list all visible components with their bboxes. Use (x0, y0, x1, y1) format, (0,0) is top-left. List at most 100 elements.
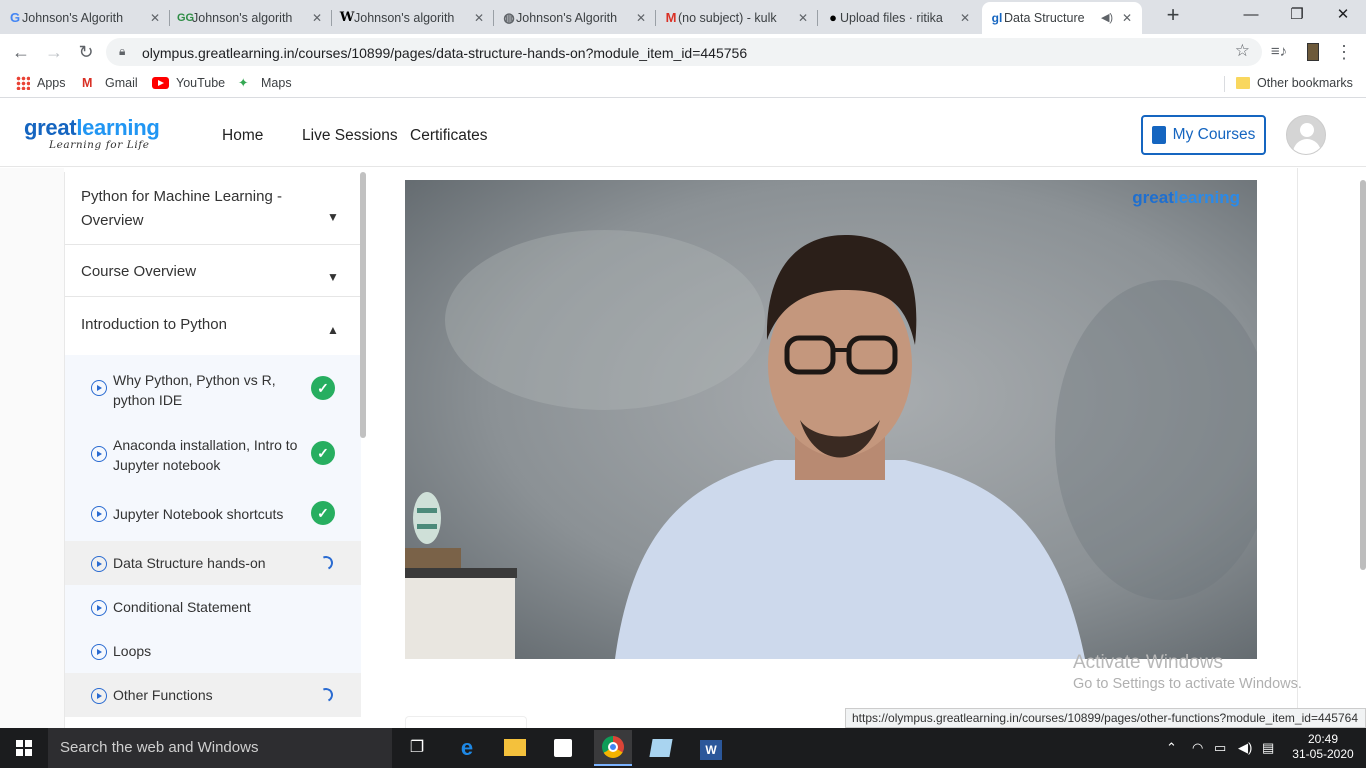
clock-time: 20:49 (1307, 732, 1339, 746)
bookmark-apps[interactable]: Apps (16, 76, 66, 90)
other-bookmarks[interactable]: Other bookmarks (1236, 76, 1353, 90)
close-tab-icon[interactable]: ✕ (796, 10, 810, 26)
lesson-label: Why Python, Python vs R, python IDE (113, 372, 276, 408)
back-arrow-icon[interactable]: ← (9, 40, 33, 64)
activate-windows-title: Activate Windows (1073, 652, 1223, 673)
close-tab-icon[interactable]: ✕ (1120, 10, 1134, 26)
below-video-card (405, 716, 527, 728)
lesson-item[interactable]: Why Python, Python vs R, python IDE ✓ (65, 355, 361, 421)
page-scrollbar[interactable] (1360, 180, 1366, 570)
close-tab-icon[interactable]: ✕ (634, 10, 648, 26)
store-icon[interactable] (548, 733, 578, 763)
bookmarks-divider (1224, 76, 1225, 92)
logo-text-b: learning (76, 115, 160, 140)
youtube-icon (152, 77, 169, 89)
start-button[interactable] (0, 728, 48, 768)
menu-dots-icon[interactable]: ⋮ (1332, 40, 1356, 64)
lesson-item[interactable]: Jupyter Notebook shortcuts ✓ (65, 485, 361, 541)
new-tab-button[interactable]: + (1150, 0, 1196, 32)
word-icon[interactable]: W (696, 733, 726, 763)
section-course-overview[interactable]: Course Overview ▼ (65, 248, 361, 297)
edge-icon[interactable]: e (452, 733, 482, 763)
lesson-item-current[interactable]: Data Structure hands-on (65, 541, 361, 585)
bookmark-youtube[interactable]: YouTube (152, 76, 225, 90)
nav-live-sessions[interactable]: Live Sessions (302, 127, 398, 145)
lesson-item[interactable]: Other Functions (65, 673, 361, 717)
user-body-shape (1293, 139, 1321, 154)
restore-button[interactable]: ❐ (1274, 0, 1320, 32)
tab-title: Johnson's Algorith (516, 11, 618, 25)
course-content-area: Python for Machine Learning - Overview ▼… (0, 168, 1366, 728)
section-introduction-to-python[interactable]: Introduction to Python ▲ (65, 297, 361, 355)
browser-tab[interactable]: W Johnson's algorith ✕ (332, 2, 494, 34)
taskbar-clock[interactable]: 20:49 31-05-2020 (1288, 732, 1358, 762)
address-bar[interactable]: 🔒︎ olympus.greatlearning.in/courses/1089… (106, 38, 1262, 66)
file-explorer-icon[interactable] (500, 733, 530, 763)
volume-icon[interactable]: ◀) (1238, 740, 1252, 756)
bookmark-star-icon[interactable]: ☆ (1235, 41, 1250, 61)
logo-tagline: Learning for Life (49, 139, 150, 151)
lesson-item[interactable]: Anaconda installation, Intro to Jupyter … (65, 421, 361, 485)
section-title: Introduction to Python (81, 316, 227, 333)
my-courses-button[interactable]: My Courses (1141, 115, 1266, 155)
browser-tab[interactable]: M (no subject) - kulk ✕ (656, 2, 818, 34)
browser-tab[interactable]: ● Upload files · ritika ✕ (818, 2, 980, 34)
google-icon: G (9, 10, 21, 25)
bookmark-gmail[interactable]: M Gmail (82, 76, 138, 90)
folder-icon (1236, 77, 1250, 89)
lesson-label: Conditional Statement (113, 599, 251, 615)
taskbar-search-box[interactable]: Search the web and Windows (48, 728, 392, 768)
close-tab-icon[interactable]: ✕ (148, 10, 162, 26)
bookmark-label: Apps (37, 76, 66, 90)
chevron-down-icon: ▼ (327, 270, 339, 284)
vase-stripe (417, 524, 437, 529)
sidebar-scrollbar[interactable] (360, 172, 366, 438)
browser-tab[interactable]: G Johnson's Algorith ✕ (0, 2, 170, 34)
browser-tab-active[interactable]: gl Data Structure ◀) ✕ (982, 2, 1142, 34)
bookmark-maps[interactable]: ✦ Maps (238, 76, 292, 90)
browser-tab[interactable]: ◍ Johnson's Algorith ✕ (494, 2, 656, 34)
close-tab-icon[interactable]: ✕ (958, 10, 972, 26)
nav-certificates[interactable]: Certificates (410, 127, 488, 145)
gmail-icon: M (665, 10, 677, 25)
bookmark-label: YouTube (176, 76, 226, 90)
task-view-icon[interactable]: ❐ (402, 733, 432, 763)
tab-title: Johnson's algorith (354, 11, 455, 25)
close-tab-icon[interactable]: ✕ (310, 10, 324, 26)
close-tab-icon[interactable]: ✕ (472, 10, 486, 26)
user-avatar[interactable] (1286, 115, 1326, 155)
check-complete-icon: ✓ (311, 376, 335, 400)
nav-home[interactable]: Home (222, 127, 263, 145)
close-window-button[interactable]: ✕ (1320, 0, 1366, 32)
wall-texture (445, 230, 765, 410)
notepad-icon[interactable] (646, 733, 676, 763)
lesson-label: Other Functions (113, 687, 213, 703)
video-brand-b: learning (1173, 188, 1240, 207)
reload-icon[interactable]: ↻ (74, 40, 98, 64)
apps-grid-icon (16, 76, 30, 90)
minimize-button[interactable]: — (1228, 0, 1274, 32)
progress-spinner-icon (317, 686, 335, 704)
progress-spinner-icon (317, 554, 335, 572)
section-python-ml-overview[interactable]: Python for Machine Learning - Overview ▼ (65, 185, 361, 245)
geeksforgeeks-icon: GG (177, 12, 195, 24)
battery-icon[interactable]: ▭ (1214, 740, 1226, 756)
lesson-item[interactable]: Loops (65, 629, 361, 673)
speaker-icon[interactable]: ◀) (1100, 10, 1114, 26)
network-icon[interactable]: ◠ (1192, 740, 1203, 756)
browser-tab[interactable]: GG Johnson's algorith ✕ (170, 2, 332, 34)
user-silhouette-icon (1300, 123, 1314, 137)
notification-icon[interactable]: ▤ (1262, 740, 1274, 756)
chrome-icon[interactable] (594, 730, 632, 766)
lecture-video-player[interactable]: greatlearning (405, 180, 1257, 659)
browser-tab-strip: G Johnson's Algorith ✕ GG Johnson's algo… (0, 0, 1366, 34)
tab-title: Johnson's Algorith (22, 11, 124, 25)
chevron-up-icon[interactable]: ⌃ (1166, 740, 1177, 756)
greatlearning-logo[interactable]: greatlearning Learning for Life (24, 115, 160, 151)
video-frame (405, 180, 1257, 659)
profile-avatar-icon[interactable] (1301, 40, 1325, 64)
lesson-item[interactable]: Conditional Statement (65, 585, 361, 629)
forward-arrow-icon[interactable]: → (42, 40, 66, 64)
media-control-icon[interactable]: ≡♪ (1267, 40, 1291, 64)
lesson-label: Loops (113, 643, 152, 659)
